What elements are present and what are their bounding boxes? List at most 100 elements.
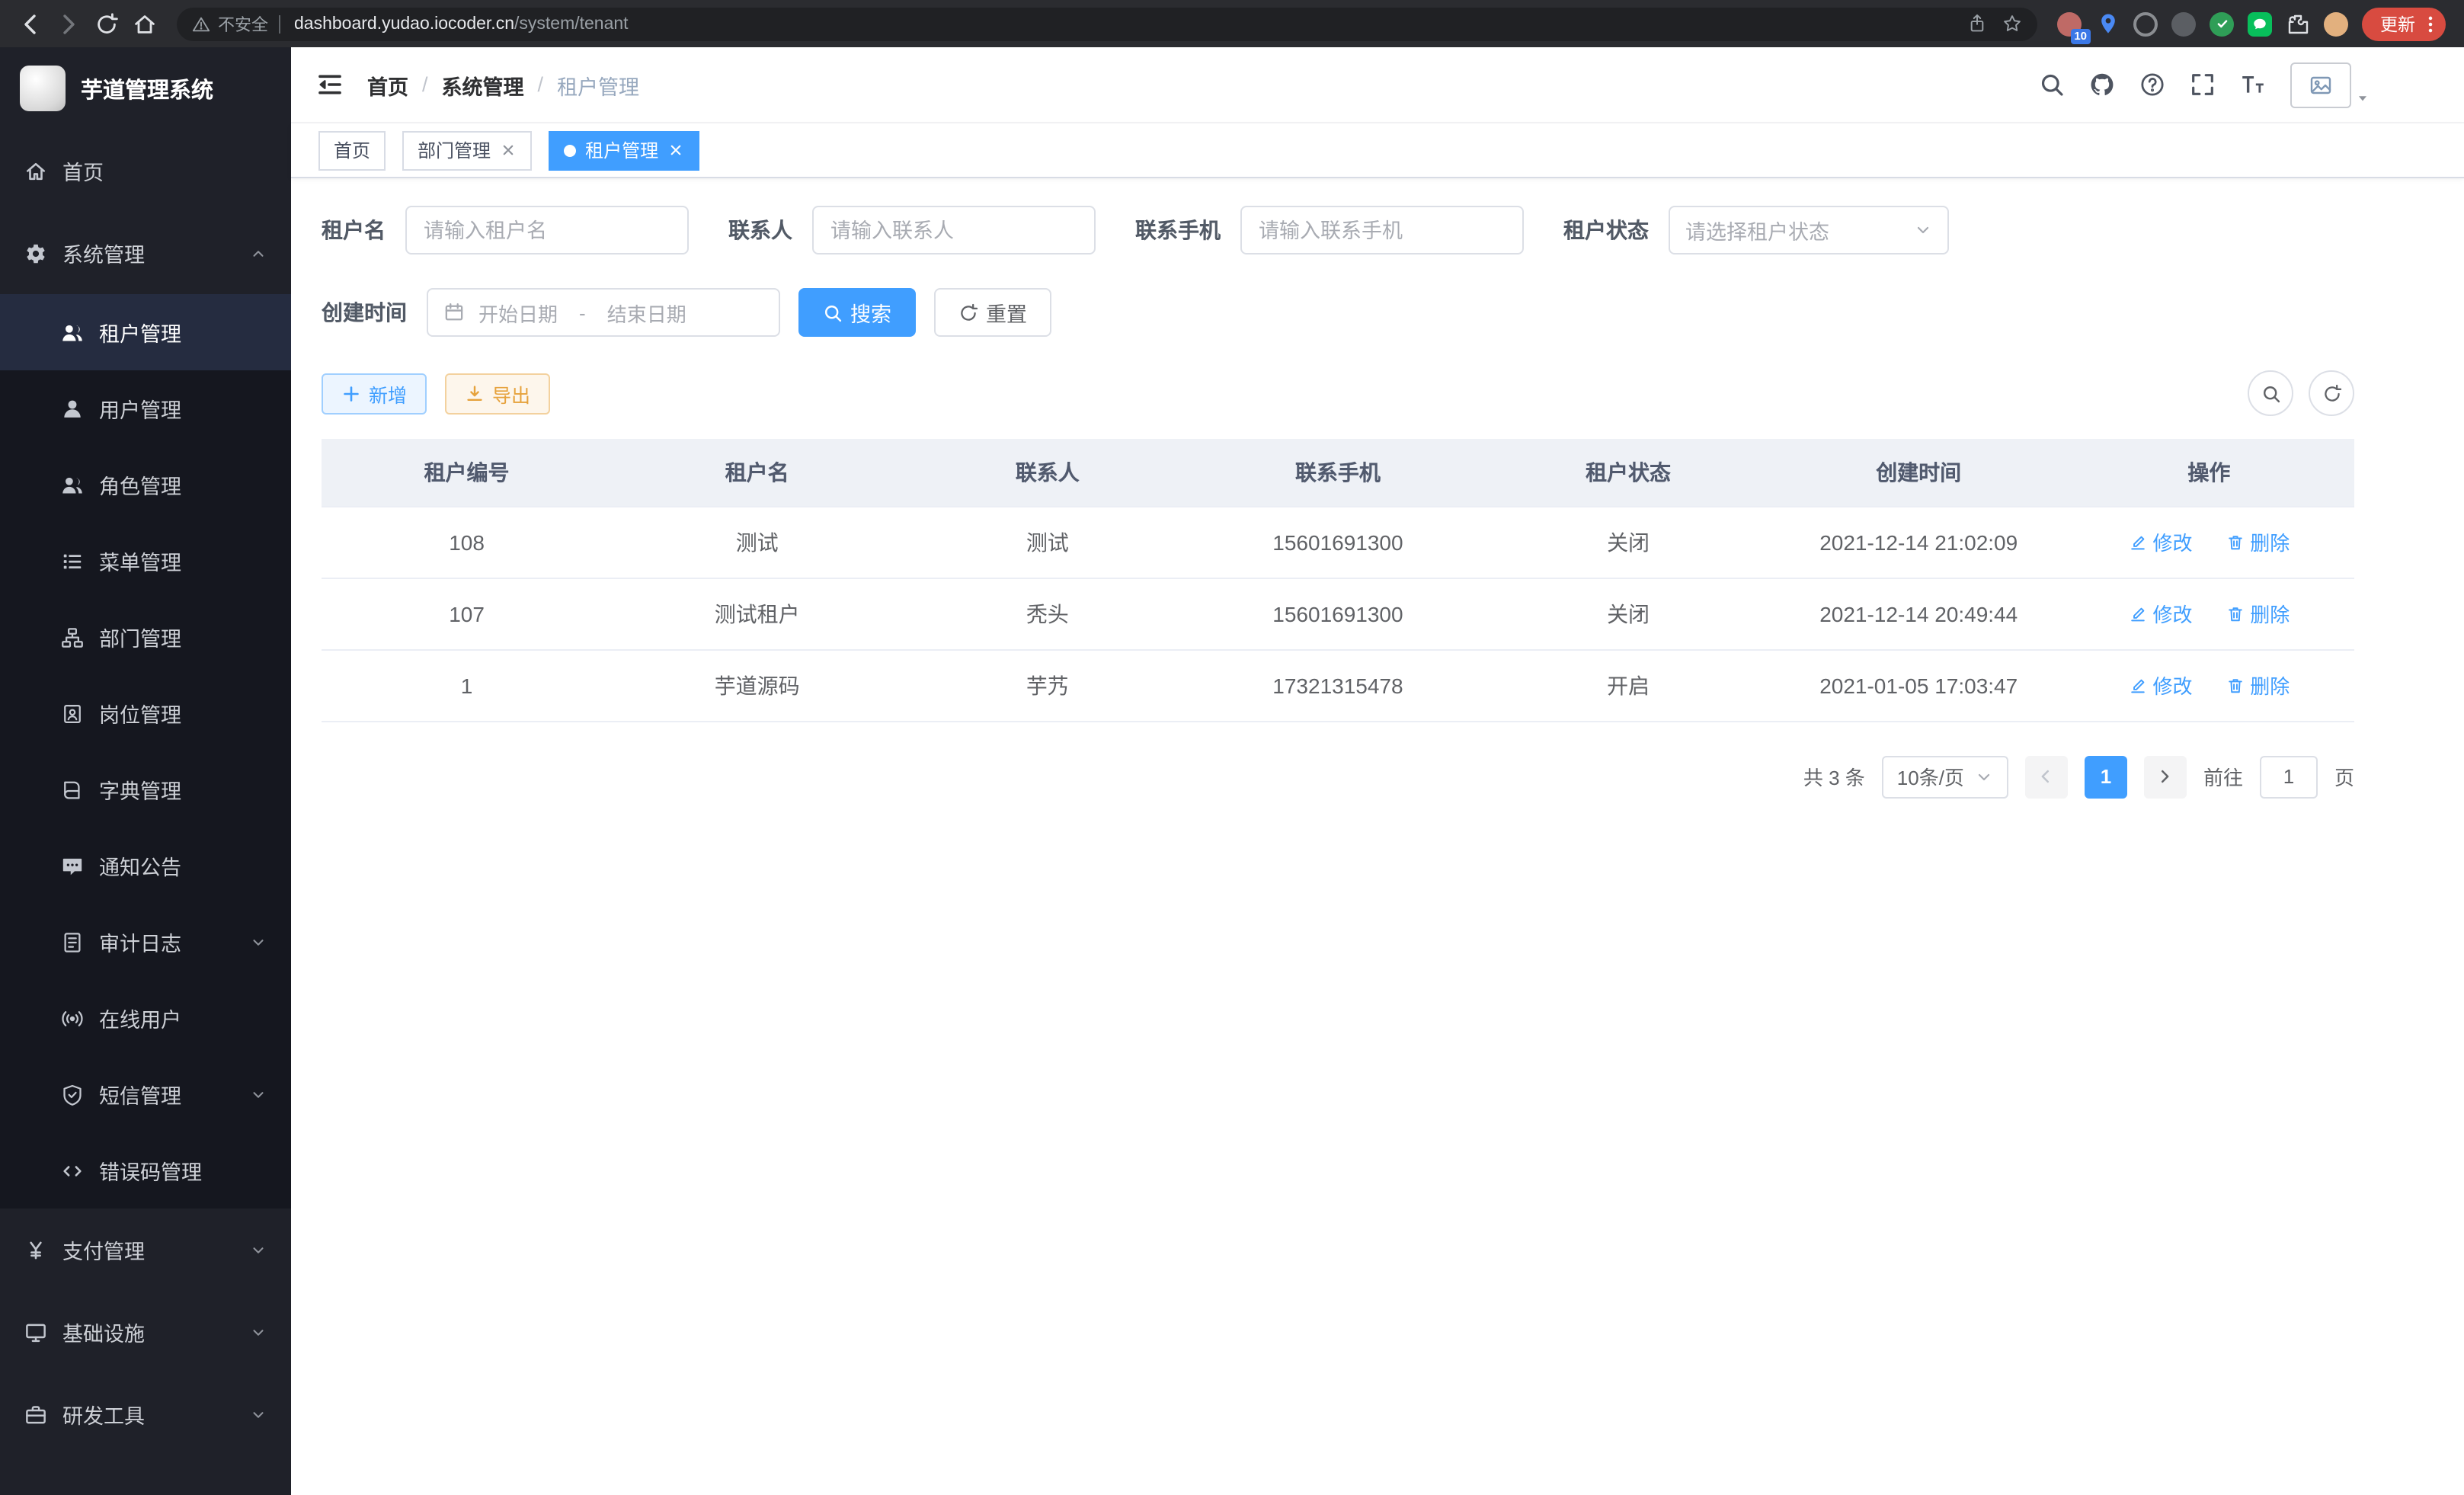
github-icon[interactable] [2089,72,2115,98]
sidebar-item-error-code[interactable]: 错误码管理 [0,1132,291,1208]
home-icon [24,159,47,182]
sidebar-item-dict-mgmt[interactable]: 字典管理 [0,751,291,828]
url-path: /system/tenant [514,14,629,33]
edit-button[interactable]: 修改 [2128,527,2192,556]
user-menu[interactable] [2290,62,2370,107]
close-icon[interactable] [667,142,684,158]
sidebar-item-notice[interactable]: 通知公告 [0,828,291,904]
sidebar-item-online-users[interactable]: 在线用户 [0,980,291,1056]
sidebar: 芋道管理系统 首页 系统管理 租户管理 用户管理 [0,47,291,1495]
adblock-extension-icon[interactable]: 10 [2057,11,2082,36]
browser-profile-avatar[interactable] [2324,11,2348,36]
chevron-down-icon [1914,221,1932,239]
table-row: 107 测试租户 秃头 15601691300 关闭 2021-12-14 20… [322,578,2354,649]
bookmark-star-icon[interactable] [2002,14,2022,34]
delete-button[interactable]: 删除 [2226,599,2290,628]
browser-menu-kebab-icon[interactable] [2420,13,2441,34]
status-text: 关闭 [1483,578,1774,649]
browser-reload-icon[interactable] [94,11,119,36]
yen-icon [24,1238,47,1261]
edit-button[interactable]: 修改 [2128,671,2192,699]
monitor-icon [24,1321,47,1343]
breadcrumb-separator: / [422,73,428,96]
share-icon[interactable] [1967,14,1987,34]
breadcrumb-system-mgmt[interactable]: 系统管理 [442,69,524,100]
shield-icon [61,1083,84,1106]
fullscreen-icon[interactable] [2190,72,2216,98]
edit-icon [2128,533,2146,551]
table-toolbar: 新增 导出 [322,370,2354,416]
chevron-left-icon [2038,768,2055,785]
extension-icon[interactable] [2133,11,2158,36]
col-tenant-id: 租户编号 [322,439,612,506]
edit-button[interactable]: 修改 [2128,599,2192,628]
extensions-puzzle-icon[interactable] [2286,11,2310,36]
tab-tenant-mgmt[interactable]: 租户管理 [549,130,699,170]
sidebar-item-dept-mgmt[interactable]: 部门管理 [0,599,291,675]
tenant-name-label: 租户名 [322,215,386,245]
tenant-status-select[interactable]: 请选择租户状态 [1669,206,1949,255]
sidebar-item-post-mgmt[interactable]: 岗位管理 [0,675,291,751]
header: 首页 / 系统管理 / 租户管理 [291,47,2464,123]
pagination-total: 共 3 条 [1803,762,1865,791]
prev-page-button[interactable] [2025,755,2068,798]
phone-input[interactable] [1240,206,1524,255]
sidebar-item-menu-mgmt[interactable]: 菜单管理 [0,523,291,599]
extension-icon[interactable] [2248,11,2272,36]
browser-update-label: 更新 [2380,11,2415,36]
sidebar-item-audit-log[interactable]: 审计日志 [0,904,291,980]
page-size-select[interactable]: 10条/页 [1882,755,2008,798]
next-page-button[interactable] [2144,755,2187,798]
font-size-icon[interactable] [2240,72,2266,98]
goto-page-input[interactable] [2260,755,2318,798]
app-logo: 芋道管理系统 [0,47,291,130]
signal-icon [61,1007,84,1029]
chevron-down-icon [250,933,267,950]
address-bar[interactable]: 不安全 dashboard.yudao.iocoder.cn/system/te… [177,7,2037,40]
sidebar-item-home[interactable]: 首页 [0,130,291,212]
tenant-name-input[interactable] [405,206,689,255]
browser-home-icon[interactable] [133,11,157,36]
sidebar-item-infrastructure[interactable]: 基础设施 [0,1291,291,1373]
sidebar-item-dev-tools[interactable]: 研发工具 [0,1373,291,1455]
tab-dept-mgmt[interactable]: 部门管理 [402,130,532,170]
status-label: 租户状态 [1563,215,1649,245]
col-status: 租户状态 [1483,439,1774,506]
add-button[interactable]: 新增 [322,373,427,414]
edit-icon [2128,676,2146,694]
page-1-button[interactable]: 1 [2085,755,2127,798]
help-icon[interactable] [2139,72,2165,98]
breadcrumb-home[interactable]: 首页 [367,69,408,100]
header-search-icon[interactable] [2039,72,2065,98]
close-icon[interactable] [500,142,517,158]
refresh-table-button[interactable] [2309,370,2354,416]
sidebar-item-user-mgmt[interactable]: 用户管理 [0,370,291,447]
security-warning-icon[interactable] [192,14,210,33]
contact-input[interactable] [812,206,1096,255]
sidebar-item-tenant-mgmt[interactable]: 租户管理 [0,294,291,370]
tab-home[interactable]: 首页 [318,130,386,170]
search-button[interactable]: 搜索 [798,288,916,337]
toolbox-icon [24,1403,47,1426]
delete-button[interactable]: 删除 [2226,671,2290,699]
trash-icon [2226,676,2244,694]
export-button[interactable]: 导出 [445,373,550,414]
sidebar-item-payment[interactable]: 支付管理 [0,1208,291,1291]
location-extension-icon[interactable] [2095,11,2120,36]
delete-button[interactable]: 删除 [2226,527,2290,556]
extension-icon[interactable] [2210,11,2234,36]
extension-icon[interactable] [2171,11,2196,36]
reset-button[interactable]: 重置 [934,288,1051,337]
sidebar-item-system-mgmt[interactable]: 系统管理 [0,212,291,294]
tenant-users-icon [61,321,84,344]
create-time-range-picker[interactable]: 开始日期 - 结束日期 [427,288,780,337]
sidebar-collapse-button[interactable] [315,70,344,99]
page-unit-label: 页 [2334,762,2354,791]
browser-forward-icon[interactable] [56,11,81,36]
browser-update-button[interactable]: 更新 [2362,7,2446,40]
sidebar-item-role-mgmt[interactable]: 角色管理 [0,447,291,523]
browser-back-icon[interactable] [18,11,43,36]
goto-label: 前往 [2203,762,2243,791]
toggle-search-button[interactable] [2248,370,2293,416]
sidebar-item-sms-mgmt[interactable]: 短信管理 [0,1056,291,1132]
